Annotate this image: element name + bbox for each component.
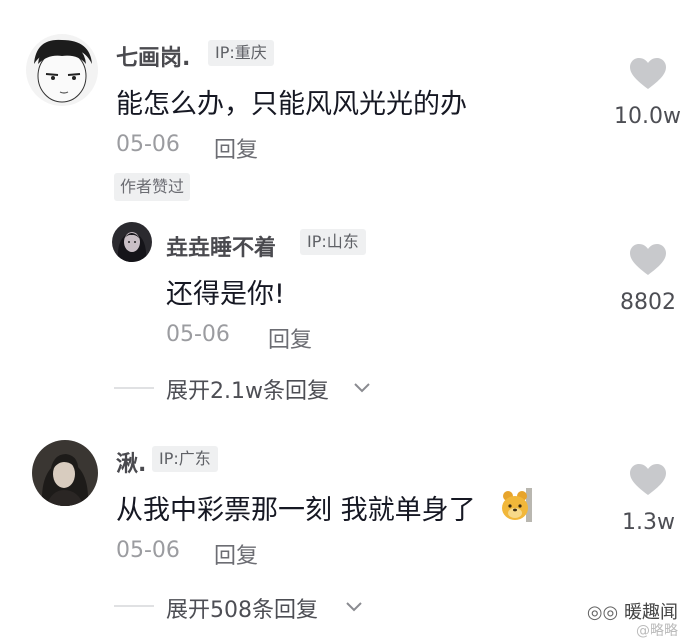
heart-icon[interactable] [630,58,666,90]
reply-button[interactable]: 回复 [214,132,258,164]
reply-button[interactable]: 回复 [268,322,312,354]
username[interactable]: 七画岗. [116,40,190,72]
avatar[interactable] [32,440,98,506]
like-count: 8802 [620,290,676,315]
divider [114,605,154,607]
divider [114,387,154,389]
username[interactable]: 湫. [116,446,146,478]
author-liked-badge: 作者赞过 [114,173,191,201]
comment-date: 05-06 [116,132,180,157]
like-count: 1.3w [622,510,675,535]
bear-emoji-icon [500,488,534,522]
comment-date: 05-06 [116,538,180,563]
heart-icon[interactable] [630,244,666,276]
comment-text: 能怎么办，只能风风光光的办 [116,89,467,120]
comment-text: 还得是你! [166,279,285,310]
reply-button[interactable]: 回复 [214,538,258,570]
chevron-down-icon [352,381,372,395]
expand-replies-button[interactable]: 展开508条回复 [166,592,318,624]
expand-replies-button[interactable]: 展开2.1w条回复 [166,373,329,405]
ip-location-badge: IP:重庆 [208,40,274,66]
wechat-icon: ◎◎ [586,602,619,623]
comment-text: 从我中彩票那一刻 我就单身了 [116,495,476,526]
ip-location-badge: IP:广东 [152,446,218,472]
heart-icon[interactable] [630,464,666,496]
username[interactable]: 垚垚睡不着 [166,230,276,262]
comment-date: 05-06 [166,322,230,347]
ip-location-badge: IP:山东 [300,229,366,255]
like-count: 10.0w [614,104,681,129]
comment-section: 七画岗. IP:重庆 能怎么办，只能风风光光的办 05-06 回复 作者赞过 1… [0,0,690,642]
chevron-down-icon [344,600,364,614]
watermark-handle: @略略 [636,623,678,639]
avatar[interactable] [26,34,98,106]
avatar[interactable] [112,222,152,262]
